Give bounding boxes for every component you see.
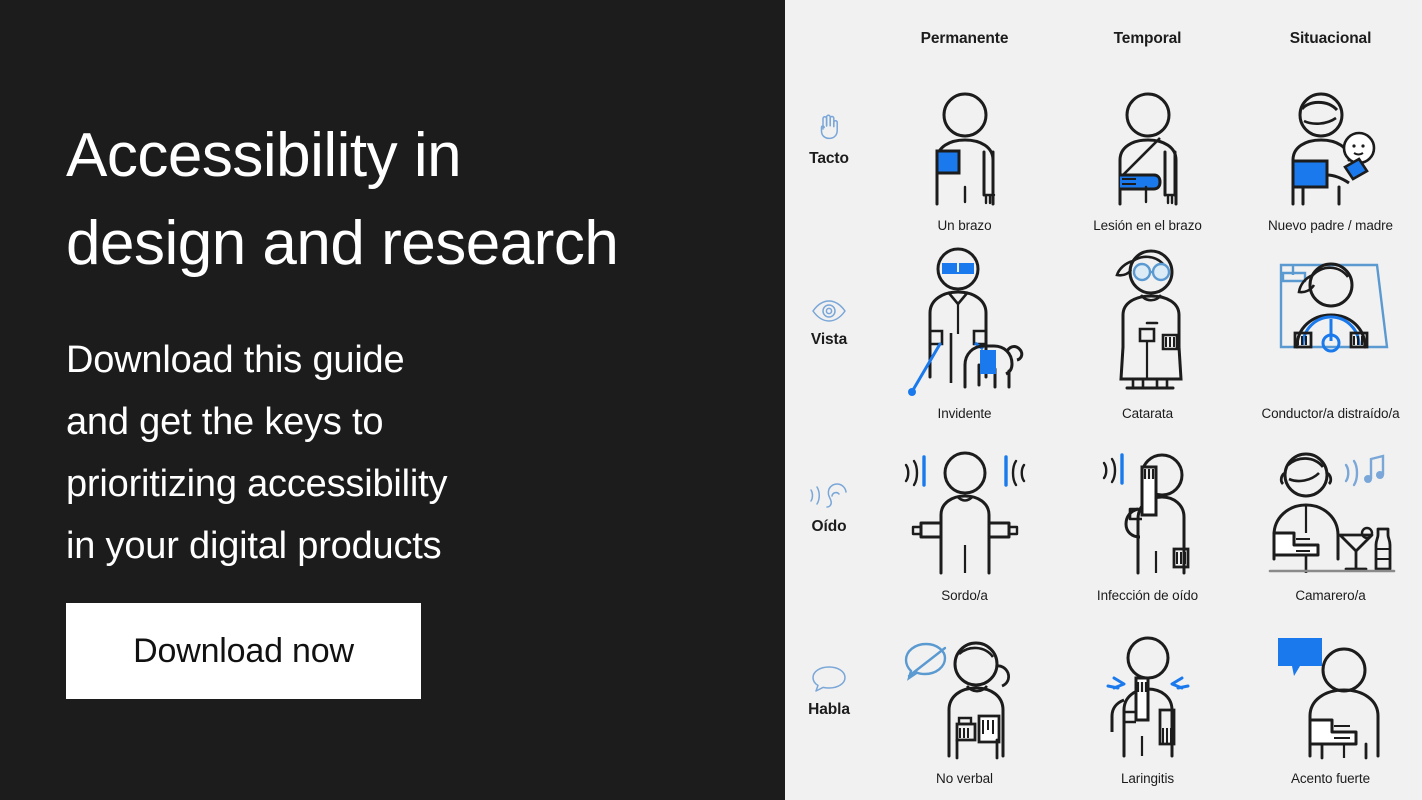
cell-caption: Un brazo: [937, 217, 992, 233]
cell-caption: No verbal: [936, 771, 993, 786]
cell-caption: Acento fuerte: [1290, 771, 1370, 786]
cell-caption: Camarero/a: [1295, 588, 1366, 604]
matrix-cell-oido-permanente: Sordo/a: [873, 435, 1056, 618]
matrix-cell-habla-permanente: No verbal: [873, 617, 1056, 800]
persona-matrix: Permanente Temporal Situacional Tacto Un…: [785, 0, 1422, 800]
one-arm-figure-illustration: [873, 64, 1056, 209]
promo-copy-block: Accessibility in design and research Dow…: [66, 112, 766, 578]
row-header-label: Habla: [808, 701, 850, 719]
column-header-temporal: Temporal: [1113, 30, 1182, 47]
matrix-cell-vista-situacional: Conductor/a distraído/a: [1239, 247, 1422, 435]
cell-caption: Lesión en el brazo: [1093, 217, 1202, 233]
nonverbal-person-with-device-illustration: [873, 617, 1056, 762]
cell-caption: Sordo/a: [941, 588, 988, 604]
column-header-situacional: Situacional: [1289, 30, 1372, 47]
column-header-permanente: Permanente: [920, 30, 1009, 47]
matrix-cell-habla-situacional: Acento fuerte: [1239, 617, 1422, 800]
matrix-cell-vista-temporal: Catarata: [1056, 247, 1239, 435]
person-with-cataract-glasses-illustration: [1056, 247, 1239, 397]
matrix-cell-vista-permanente: Invidente: [873, 247, 1056, 435]
blind-person-with-guide-dog-illustration: [873, 247, 1056, 397]
row-header-habla: Habla: [785, 617, 873, 800]
matrix-cell-tacto-permanente: Un brazo: [873, 64, 1056, 247]
matrix-cell-oido-situacional: Camarero/a: [1239, 435, 1422, 618]
bartender-in-noisy-bar-illustration: [1239, 435, 1422, 580]
row-header-label: Oído: [811, 518, 847, 536]
promo-description: Download this guide and get the keys to …: [66, 339, 448, 567]
download-now-button[interactable]: Download now: [66, 603, 421, 699]
hand-icon: [812, 109, 846, 143]
row-header-label: Vista: [810, 331, 848, 349]
eye-icon: [811, 298, 847, 324]
inclusive-design-matrix-panel: Permanente Temporal Situacional Tacto Un…: [785, 0, 1422, 800]
person-with-ear-infection-illustration: [1056, 435, 1239, 580]
distracted-driver-illustration: [1239, 247, 1422, 397]
cell-caption: Laringitis: [1120, 771, 1175, 786]
arm-in-sling-illustration: [1056, 64, 1239, 209]
matrix-cell-oido-temporal: Infección de oído: [1056, 435, 1239, 618]
matrix-cell-tacto-situacional: Nuevo padre / madre: [1239, 64, 1422, 247]
row-header-vista: Vista: [785, 247, 873, 435]
speech-bubble-icon: [810, 664, 848, 694]
cell-caption: Conductor/a distraído/a: [1261, 405, 1400, 421]
cell-caption: Nuevo padre / madre: [1268, 217, 1393, 233]
cell-caption: Catarata: [1122, 405, 1173, 421]
cell-caption: Infección de oído: [1096, 588, 1199, 604]
deaf-person-signing-illustration: [873, 435, 1056, 580]
person-with-laryngitis-illustration: [1056, 617, 1239, 762]
matrix-cell-tacto-temporal: Lesión en el brazo: [1056, 64, 1239, 247]
row-header-tacto: Tacto: [785, 64, 873, 247]
row-header-label: Tacto: [809, 149, 849, 167]
person-with-strong-accent-illustration: [1239, 617, 1422, 762]
promo-panel: Accessibility in design and research Dow…: [0, 0, 785, 800]
row-header-oido: Oído: [785, 435, 873, 618]
ear-with-soundwaves-icon: [806, 481, 852, 511]
matrix-corner-spacer: [785, 0, 873, 64]
cell-caption: Invidente: [937, 405, 992, 421]
page-title: Accessibility in design and research: [66, 121, 619, 279]
parent-holding-baby-illustration: [1239, 64, 1422, 209]
matrix-cell-habla-temporal: Laringitis: [1056, 617, 1239, 800]
